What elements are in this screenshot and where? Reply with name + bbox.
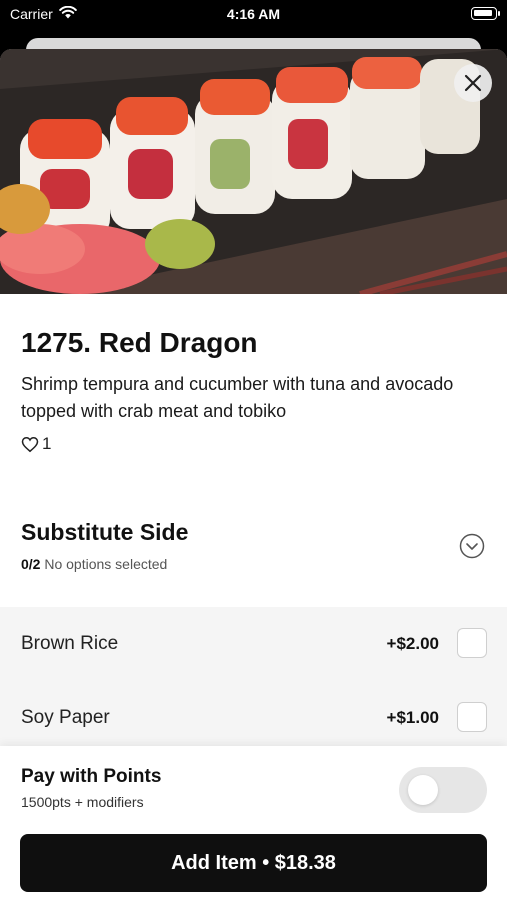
selection-status: No options selected	[44, 556, 168, 572]
likes-button[interactable]: 1	[21, 434, 51, 454]
battery-icon	[471, 7, 500, 20]
likes-count: 1	[42, 434, 52, 453]
item-photo	[0, 49, 507, 294]
toggle-knob	[408, 775, 438, 805]
option-checkbox[interactable]	[457, 628, 487, 658]
status-bar: Carrier 4:16 AM	[0, 0, 507, 30]
option-price: +$2.00	[386, 634, 439, 653]
selection-count: 0/2	[21, 556, 41, 572]
item-detail-sheet: 1275. Red Dragon Shrimp tempura and cucu…	[0, 49, 507, 900]
section-title: Substitute Side	[21, 519, 189, 545]
sushi-illustration	[0, 49, 507, 294]
option-name: Soy Paper	[21, 707, 110, 728]
section-toggle-button[interactable]	[459, 533, 485, 559]
checkout-footer: Pay with Points 1500pts + modifiers Add …	[0, 746, 507, 900]
option-row[interactable]: Brown Rice +$2.00	[0, 607, 507, 681]
status-time: 4:16 AM	[226, 6, 281, 22]
option-price: +$1.00	[386, 708, 439, 727]
item-description: Shrimp tempura and cucumber with tuna an…	[21, 374, 454, 421]
pay-with-points-title: Pay with Points	[21, 766, 162, 787]
options-list: Brown Rice +$2.00 Soy Paper +$1.00	[0, 607, 507, 747]
option-checkbox[interactable]	[457, 702, 487, 732]
heart-icon	[21, 436, 39, 452]
pay-with-points-subtitle: 1500pts + modifiers	[21, 794, 144, 810]
option-name: Brown Rice	[21, 633, 119, 654]
pay-with-points-toggle[interactable]	[399, 767, 487, 813]
section-subtitle: 0/2 No options selected	[21, 556, 167, 572]
add-item-button[interactable]: Add Item • $18.38	[20, 834, 487, 892]
close-icon	[464, 74, 482, 92]
item-title: 1275. Red Dragon	[21, 327, 258, 358]
chevron-down-icon	[459, 533, 485, 559]
close-button[interactable]	[454, 64, 492, 102]
option-row[interactable]: Soy Paper +$1.00	[0, 681, 507, 755]
